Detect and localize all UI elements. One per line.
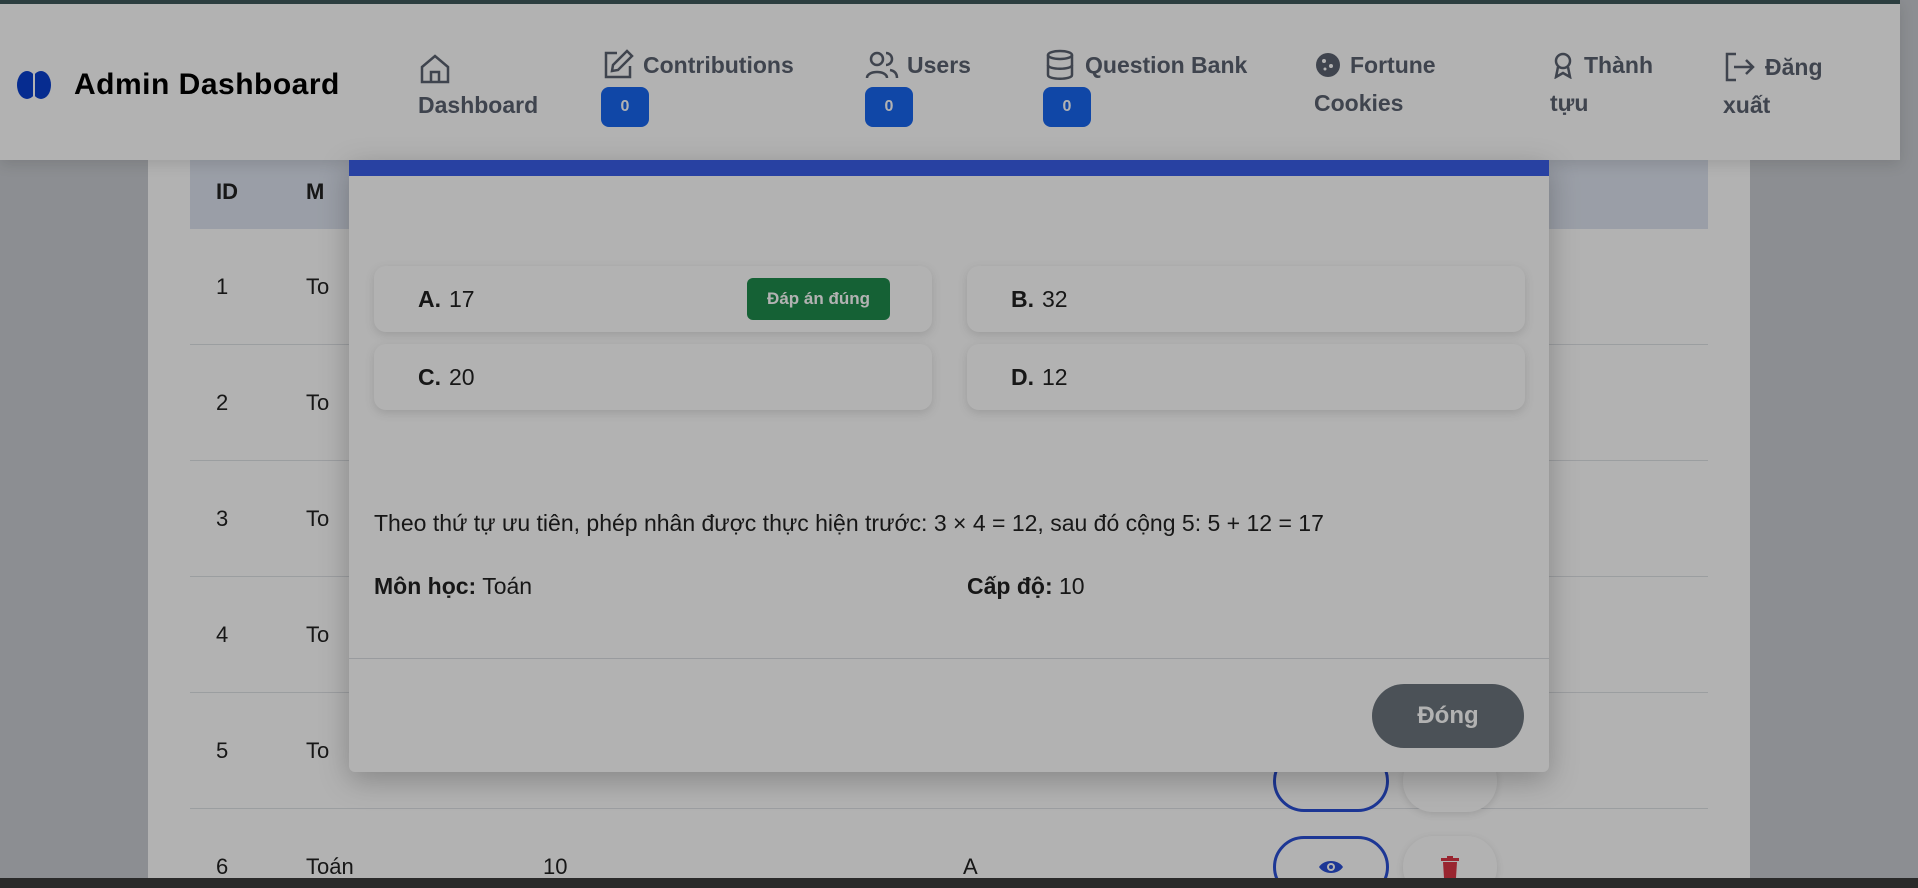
- screen-bottom-edge: [0, 878, 1918, 888]
- modal-backdrop[interactable]: [0, 0, 1918, 888]
